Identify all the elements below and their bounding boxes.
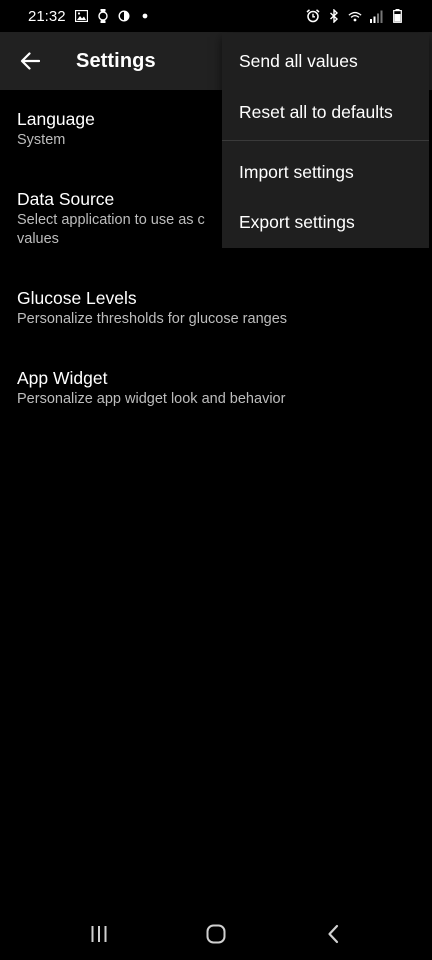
dot-icon bbox=[138, 9, 152, 23]
page-title: Settings bbox=[76, 49, 156, 72]
watch-icon bbox=[96, 9, 110, 23]
menu-item-reset-defaults[interactable]: Reset all to defaults bbox=[222, 87, 429, 137]
back-button[interactable] bbox=[1, 32, 59, 90]
overflow-menu: Send all values Reset all to defaults Im… bbox=[222, 33, 429, 248]
menu-item-export-settings[interactable]: Export settings bbox=[222, 197, 429, 247]
navigation-bar bbox=[0, 908, 432, 960]
arrow-left-icon bbox=[20, 52, 40, 70]
menu-item-send-all-values[interactable]: Send all values bbox=[222, 36, 429, 86]
setting-title: App Widget bbox=[17, 368, 108, 388]
status-right bbox=[306, 9, 404, 23]
battery-icon bbox=[390, 9, 404, 23]
setting-glucose-levels[interactable]: Glucose Levels Personalize thresholds fo… bbox=[0, 287, 432, 329]
back-icon bbox=[328, 924, 339, 944]
home-icon bbox=[206, 924, 226, 944]
nav-back-button[interactable] bbox=[303, 914, 363, 954]
status-left: 21:32 bbox=[28, 8, 152, 25]
menu-divider bbox=[222, 140, 429, 141]
wifi-icon bbox=[348, 9, 362, 23]
gallery-icon bbox=[75, 9, 89, 23]
alarm-icon bbox=[306, 9, 320, 23]
home-button[interactable] bbox=[186, 914, 246, 954]
setting-summary: Personalize thresholds for glucose range… bbox=[17, 311, 288, 327]
status-time: 21:32 bbox=[28, 7, 66, 25]
recent-apps-icon bbox=[91, 926, 107, 942]
setting-summary: Personalize app widget look and behavior bbox=[17, 391, 286, 407]
status-bar: 21:32 bbox=[0, 0, 432, 32]
recent-apps-button[interactable] bbox=[69, 914, 129, 954]
menu-item-import-settings[interactable]: Import settings bbox=[222, 147, 429, 197]
setting-app-widget[interactable]: App Widget Personalize app widget look a… bbox=[0, 367, 432, 409]
signal-icon bbox=[369, 9, 383, 23]
data-saver-icon bbox=[117, 9, 131, 23]
bluetooth-icon bbox=[327, 9, 341, 23]
setting-title: Glucose Levels bbox=[17, 288, 137, 308]
